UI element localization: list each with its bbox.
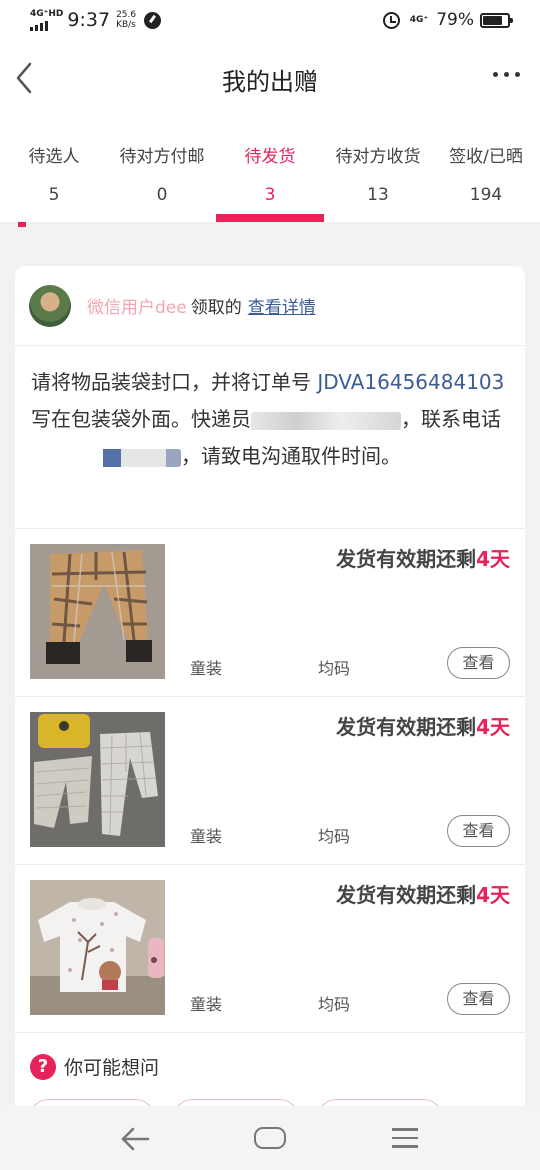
speed-value: 25.6: [116, 10, 137, 20]
deadline-label: 发货有效期还剩: [336, 883, 477, 907]
page-title: 我的出赠: [222, 68, 318, 96]
plaid-pants-image: [30, 544, 165, 679]
recipient-name[interactable]: 微信用户dee: [87, 293, 187, 318]
tab-candidates[interactable]: 待选人 5: [0, 116, 108, 222]
item-size: 均码: [318, 995, 351, 1014]
tab-label: 签收/已晒: [449, 147, 523, 167]
speed-unit: KB/s: [116, 20, 136, 30]
clock: 9:37: [67, 9, 111, 31]
tab-count: 0: [156, 185, 168, 205]
notice-text: ，请致电沟通取件时间。: [181, 444, 401, 468]
shipping-instructions: 请将物品装袋封口，并将订单号 JDVA16456484103 写在包装袋外面。快…: [15, 346, 525, 529]
tab-to-ship[interactable]: 待发货 3: [216, 116, 324, 222]
tab-count: 194: [469, 185, 503, 205]
order-card: 微信用户dee 领取的 查看详情 请将物品装袋封口，并将订单号 JDVA1645…: [15, 266, 525, 1116]
battery-icon: [480, 12, 513, 28]
notice-text: 写在包装袋外面。快递员: [31, 407, 251, 431]
tab-label: 待对方收货: [335, 147, 421, 167]
nav-back-button[interactable]: [120, 1124, 150, 1154]
redacted-phone: [31, 448, 181, 467]
battery-level: 79%: [436, 10, 474, 30]
item-category: 童装: [190, 995, 223, 1014]
status-tabs: 待选人 5 待对方付邮 0 待发货 3 待对方收货 13 签收/已晒 194: [0, 116, 540, 222]
view-button[interactable]: 查看: [447, 815, 510, 847]
app-header: 我的出赠: [0, 42, 540, 116]
tab-label: 待对方付邮: [119, 147, 205, 167]
item-photo[interactable]: [30, 544, 165, 679]
order-number[interactable]: JDVA16456484103: [317, 370, 504, 394]
claimed-label: 领取的: [190, 298, 242, 318]
tab-count: 3: [264, 185, 276, 205]
tab-label: 待发货: [244, 147, 296, 167]
tab-received-shared[interactable]: 签收/已晒 194: [432, 116, 540, 222]
scroll-remnant: [18, 222, 26, 227]
item-category: 童装: [190, 827, 223, 846]
tab-await-postage[interactable]: 待对方付邮 0: [108, 116, 216, 222]
view-details-link[interactable]: 查看详情: [248, 293, 316, 318]
faq-section: ? 你可能想问: [15, 1033, 525, 1116]
item-photo[interactable]: [30, 880, 165, 1015]
network-signal-icon: 4G⁺HD: [30, 8, 64, 31]
network-speed: 25.6 KB/s: [116, 10, 136, 30]
deadline-days: 4天: [476, 883, 510, 907]
signal-type: 4G⁺: [409, 15, 429, 25]
list-item[interactable]: 发货有效期还剩4天 童装 均码 查看: [15, 529, 525, 697]
shipping-deadline: 发货有效期还剩4天: [336, 711, 510, 740]
item-category: 童装: [190, 659, 223, 678]
deadline-days: 4天: [476, 547, 510, 571]
list-item[interactable]: 发货有效期还剩4天 童装 均码 查看: [15, 697, 525, 865]
notice-text: ，联系电话: [401, 407, 501, 431]
alarm-icon: [382, 11, 400, 29]
tab-label: 待选人: [28, 147, 80, 167]
nav-home-button[interactable]: [254, 1127, 286, 1149]
network-type: 4G⁺HD: [30, 8, 64, 19]
tab-count: 5: [48, 185, 60, 205]
deadline-label: 发货有效期还剩: [336, 547, 477, 571]
shipping-deadline: 发货有效期还剩4天: [336, 879, 510, 908]
shipping-deadline: 发货有效期还剩4天: [336, 543, 510, 572]
deadline-label: 发货有效期还剩: [336, 715, 477, 739]
status-bar: 4G⁺HD 9:37 25.6 KB/s 4G⁺ 79%: [0, 0, 540, 42]
more-options-icon[interactable]: [493, 72, 520, 77]
deadline-days: 4天: [476, 715, 510, 739]
question-icon: ?: [30, 1053, 56, 1080]
nav-recents-button[interactable]: [392, 1128, 418, 1154]
view-button[interactable]: 查看: [447, 983, 510, 1015]
item-size: 均码: [318, 827, 351, 846]
list-item[interactable]: 发货有效期还剩4天 童装 均码 查看: [15, 865, 525, 1033]
arrow-left-icon: [121, 1127, 150, 1151]
tab-count: 13: [367, 185, 389, 205]
faq-title: 你可能想问: [64, 1057, 160, 1079]
redacted-courier: [251, 411, 401, 430]
view-button[interactable]: 查看: [447, 647, 510, 679]
card-header: 微信用户dee 领取的 查看详情: [15, 266, 525, 346]
item-size: 均码: [318, 659, 351, 678]
knit-set-image: [30, 712, 165, 847]
sweater-image: [30, 880, 165, 1015]
vpn-icon: [144, 11, 162, 29]
tab-await-receipt[interactable]: 待对方收货 13: [324, 116, 432, 222]
active-tab-indicator: [216, 214, 324, 222]
avatar[interactable]: [29, 284, 71, 327]
system-nav-bar: [0, 1106, 540, 1170]
notice-text: 请将物品装袋封口，并将订单号: [31, 370, 318, 394]
item-photo[interactable]: [30, 712, 165, 847]
